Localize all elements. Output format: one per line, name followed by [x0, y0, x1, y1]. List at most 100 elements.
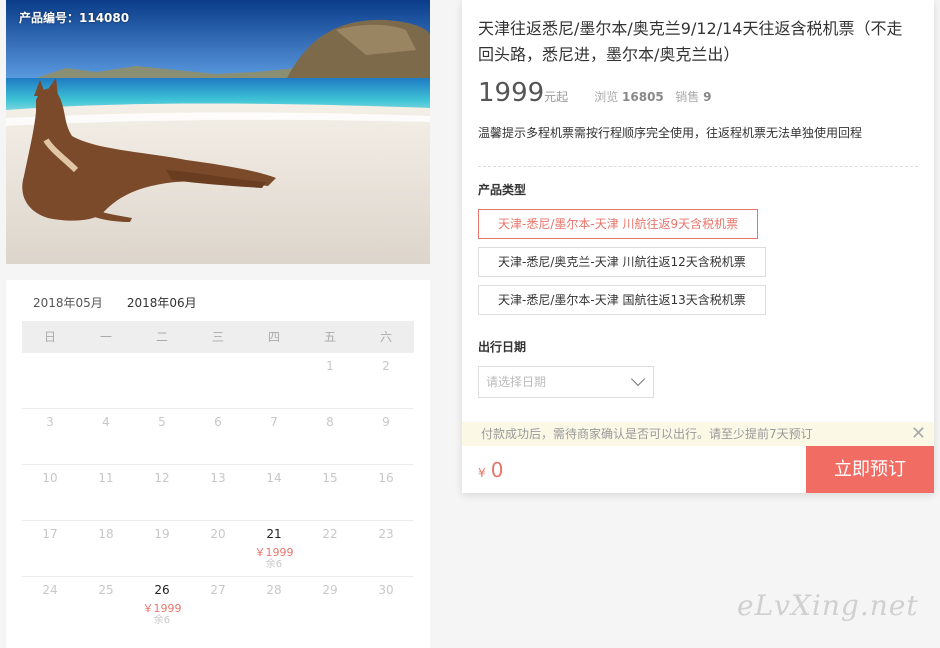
calendar-day: 11	[78, 465, 134, 520]
calendar-day: 17	[22, 521, 78, 576]
calendar-day: 27	[190, 577, 246, 633]
calendar-day: 18	[78, 521, 134, 576]
calendar-day: 22	[302, 521, 358, 576]
day-number: 4	[102, 415, 110, 429]
calendar-day: 1	[302, 353, 358, 408]
weekday-header: 日 一 二 三 四 五 六	[22, 321, 414, 353]
day-number: 9	[382, 415, 390, 429]
day-number: 5	[158, 415, 166, 429]
day-number: 8	[326, 415, 334, 429]
calendar-day: 13	[190, 465, 246, 520]
calendar-day: 5	[134, 409, 190, 464]
calendar-day: 14	[246, 465, 302, 520]
day-number: 14	[266, 471, 282, 485]
notice-text: 温馨提示多程机票需按行程顺序完全使用，往返程机票无法单独使用回程	[478, 126, 863, 140]
day-number: 26	[154, 583, 170, 597]
day-number: 2	[382, 359, 390, 373]
calendar-day: 19	[134, 521, 190, 576]
day-number: 22	[322, 527, 338, 541]
day-remaining: 余6	[153, 615, 171, 626]
total-price: ¥ 0	[478, 458, 503, 482]
weekday-mon: 一	[99, 330, 112, 344]
price-unit: 元起	[544, 90, 569, 104]
calendar-days: 1 2 3 4 5 6 7 8 9 10 11 12 13 14 15 16 17 18 19 20 21 ￥1999 余6…	[22, 353, 414, 633]
calendar-grid: 日 一 二 三 四 五 六 1 2 3 4 5 6 7 8 9 10 11 12 13 14 15 16 17 1…	[22, 321, 414, 633]
calendar-day: 9	[358, 409, 414, 464]
calendar-day: 25	[78, 577, 134, 633]
day-number: 7	[270, 415, 278, 429]
day-number: 6	[214, 415, 222, 429]
product-type-label: 产品类型	[478, 183, 527, 197]
total-amount: 0	[490, 458, 504, 482]
calendar-day: 15	[302, 465, 358, 520]
chevron-down-icon	[630, 371, 646, 387]
product-option-2[interactable]: 天津-悉尼/奥克兰-天津 川航往返12天含税机票	[478, 247, 766, 277]
calendar-day: 23	[358, 521, 414, 576]
day-number: 15	[322, 471, 338, 485]
calendar-day: 30	[358, 577, 414, 633]
calendar-empty-cell	[246, 353, 302, 408]
tab-2018-05[interactable]: 2018年05月	[22, 288, 115, 322]
calendar-day: 7	[246, 409, 302, 464]
month-tabs: 2018年05月 2018年06月	[22, 288, 209, 324]
price-value: 1999	[478, 78, 545, 108]
product-title: 天津往返悉尼/墨尔本/奥克兰9/12/14天往返含税机票（不走回头路，悉尼进，墨…	[478, 19, 903, 64]
calendar-day: 10	[22, 465, 78, 520]
tip-text: 付款成功后，需待商家确认是否可以出行。请至少提前7天预订	[481, 427, 813, 441]
day-number: 27	[210, 583, 226, 597]
calendar-day: 6	[190, 409, 246, 464]
product-option-1[interactable]: 天津-悉尼/墨尔本-天津 川航往返9天含税机票	[478, 209, 759, 239]
calendar-week: 3 4 5 6 7 8 9	[22, 409, 414, 465]
day-number: 30	[378, 583, 394, 597]
calendar-day: 8	[302, 409, 358, 464]
day-number: 17	[42, 527, 58, 541]
calendar-day: 28	[246, 577, 302, 633]
total-currency: ¥	[478, 466, 486, 480]
tab-2018-06[interactable]: 2018年06月	[114, 288, 209, 324]
divider	[478, 166, 918, 167]
day-number: 24	[42, 583, 58, 597]
calendar-empty-cell	[134, 353, 190, 408]
calendar-day: 16	[358, 465, 414, 520]
day-number: 13	[210, 471, 226, 485]
weekday-thu: 四	[267, 330, 280, 344]
kangaroo-beach-photo	[6, 0, 430, 264]
weekday-wed: 三	[211, 330, 224, 344]
product-option-3[interactable]: 天津-悉尼/墨尔本-天津 国航往返13天含税机票	[478, 285, 766, 315]
day-number: 1	[326, 359, 334, 373]
booking-panel: 天津往返悉尼/墨尔本/奥克兰9/12/14天往返含税机票（不走回头路，悉尼进，墨…	[462, 0, 934, 493]
calendar-day[interactable]: 21 ￥1999 余6	[246, 521, 302, 576]
day-number: 23	[378, 527, 394, 541]
day-number: 10	[42, 471, 58, 485]
day-price: ￥1999	[142, 602, 182, 615]
views-label: 浏览	[594, 90, 619, 104]
product-code: 产品编号：114080	[19, 11, 130, 25]
calendar-day: 24	[22, 577, 78, 633]
calendar-week: 24 25 26 ￥1999 余6 27 28 29 30	[22, 577, 414, 633]
book-now-button[interactable]: 立即预订	[806, 446, 934, 493]
date-placeholder: 请选择日期	[486, 375, 547, 389]
day-number: 11	[98, 471, 114, 485]
travel-date-label: 出行日期	[478, 340, 527, 354]
payment-tip: 付款成功后，需待商家确认是否可以出行。请至少提前7天预订 ✕	[462, 422, 934, 446]
calendar-week: 17 18 19 20 21 ￥1999 余6 22 23	[22, 521, 414, 577]
day-number: 28	[266, 583, 282, 597]
day-number: 16	[378, 471, 394, 485]
day-number: 18	[98, 527, 114, 541]
day-number: 19	[154, 527, 170, 541]
close-icon[interactable]: ✕	[911, 422, 926, 446]
price-calendar: 2018年05月 2018年06月 日 一 二 三 四 五 六 12345678…	[6, 280, 430, 648]
travel-date-select[interactable]: 请选择日期	[478, 366, 654, 398]
watermark-logo: eLvXing.net	[737, 589, 919, 622]
sales-label: 销售	[675, 90, 700, 104]
weekday-sat: 六	[379, 330, 392, 344]
day-number: 25	[98, 583, 114, 597]
calendar-empty-cell	[78, 353, 134, 408]
calendar-day[interactable]: 26 ￥1999 余6	[134, 577, 190, 633]
weekday-sun: 日	[43, 330, 56, 344]
calendar-day: 12	[134, 465, 190, 520]
product-hero-image: 产品编号：114080	[6, 0, 430, 264]
views-count: 16805	[622, 90, 664, 104]
calendar-day: 29	[302, 577, 358, 633]
price-row: 1999 元起 浏览 16805 销售 9	[478, 78, 711, 108]
